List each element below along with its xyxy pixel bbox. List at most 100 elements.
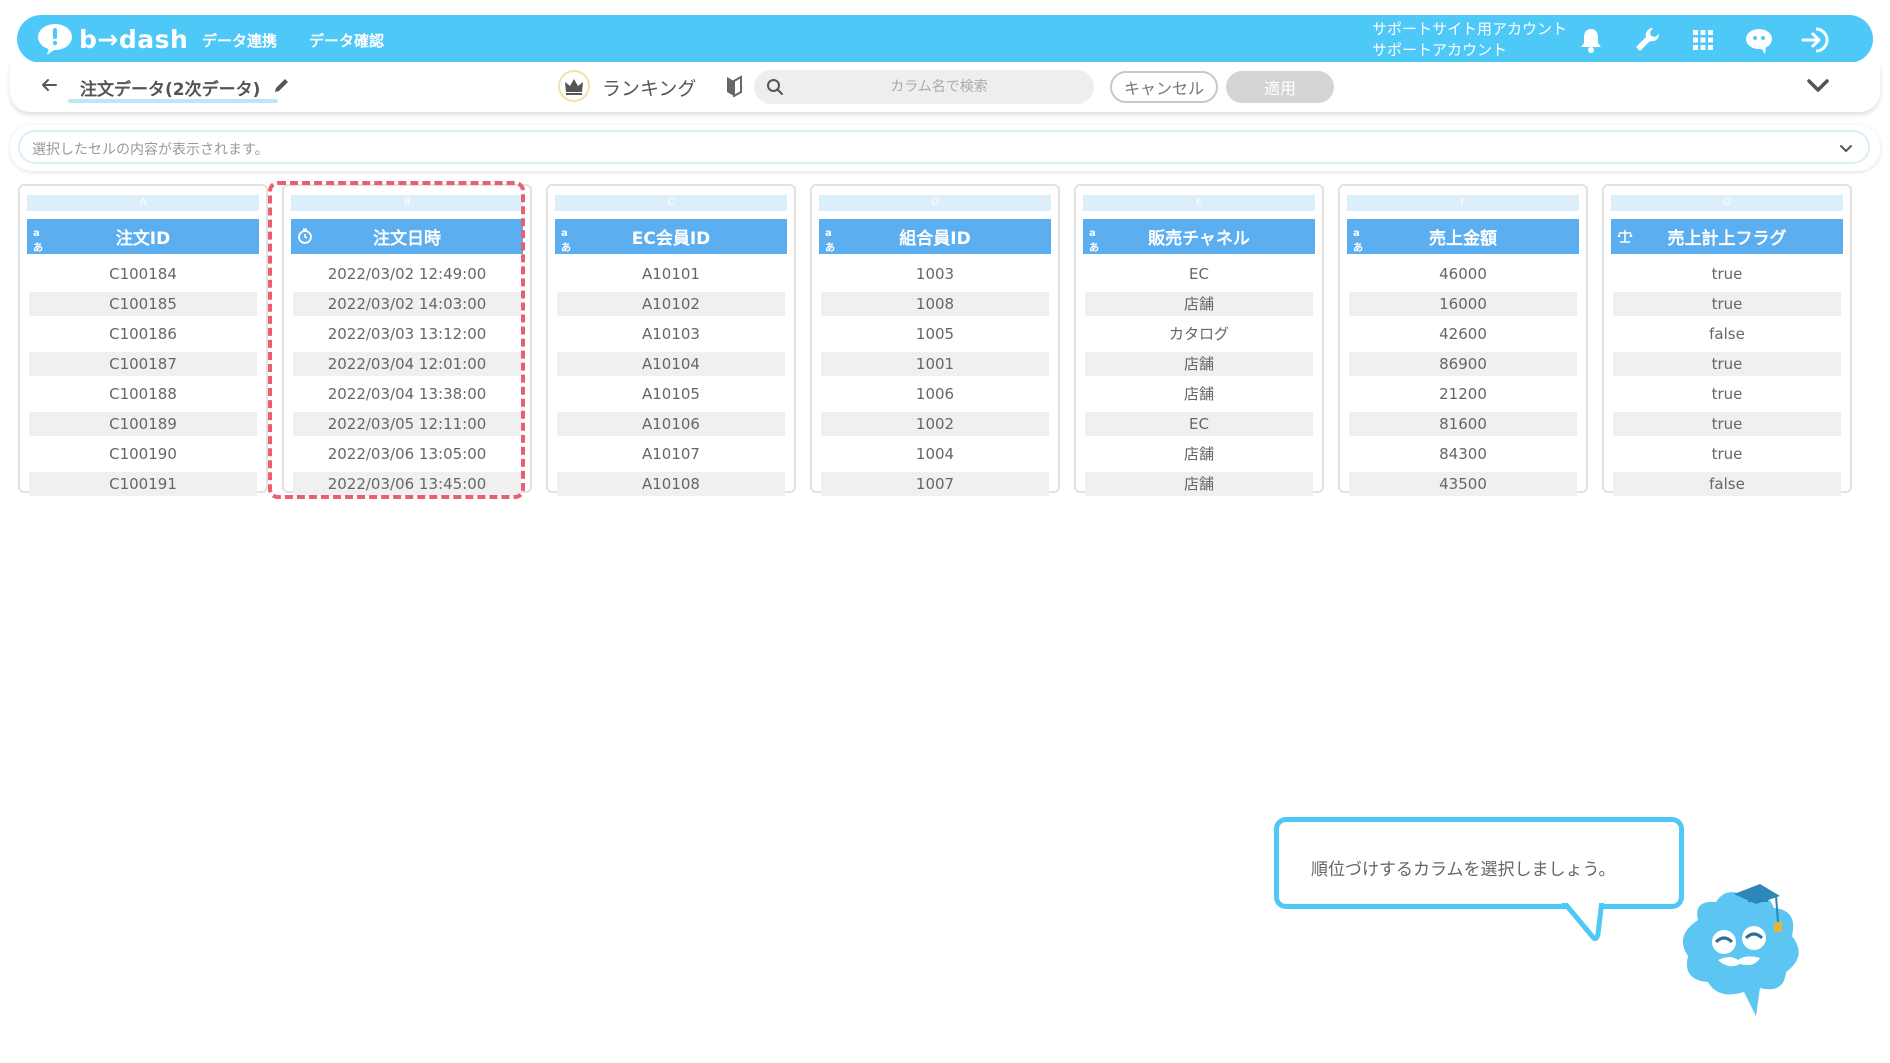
table-cell[interactable]: C100189	[29, 412, 257, 436]
chevron-down-icon[interactable]	[1805, 75, 1831, 97]
table-cell[interactable]: 店舗	[1085, 292, 1313, 316]
table-cell[interactable]: 1004	[821, 442, 1049, 466]
bell-icon[interactable]	[1575, 24, 1607, 56]
cancel-button[interactable]: キャンセル	[1110, 71, 1218, 103]
table-cell[interactable]: 2022/03/04 13:38:00	[293, 382, 521, 406]
table-cell[interactable]: 81600	[1349, 412, 1577, 436]
column-header[interactable]: aあ 注文ID	[27, 219, 259, 254]
table-cell[interactable]: true	[1613, 292, 1841, 316]
column-search-box	[754, 70, 1094, 104]
account-user-name: サポートアカウント	[1372, 41, 1508, 59]
back-arrow-icon[interactable]	[38, 74, 60, 96]
table-cell[interactable]: A10108	[557, 472, 785, 496]
table-cell[interactable]: 2022/03/06 13:05:00	[293, 442, 521, 466]
balance-scale-icon	[1617, 230, 1633, 243]
table-cell[interactable]: C100191	[29, 472, 257, 496]
table-cell[interactable]: 86900	[1349, 352, 1577, 376]
table-cell[interactable]: true	[1613, 412, 1841, 436]
table-cell[interactable]: C100186	[29, 322, 257, 346]
table-cell[interactable]: C100184	[29, 262, 257, 286]
column-letter: F	[1347, 195, 1579, 211]
account-info[interactable]: サポートサイト用アカウント サポートアカウント	[1372, 19, 1567, 61]
table-cell[interactable]: 2022/03/02 12:49:00	[293, 262, 521, 286]
expand-chevron-icon[interactable]	[1838, 140, 1854, 156]
table-cell[interactable]: C100187	[29, 352, 257, 376]
nav-data-check[interactable]: データ確認	[309, 30, 384, 51]
column-header-label: EC会員ID	[631, 229, 711, 249]
column-header[interactable]: aあ 組合員ID	[819, 219, 1051, 254]
table-cell[interactable]: true	[1613, 262, 1841, 286]
guide-speech-bubble: 順位づけするカラムを選択しましょう。	[1274, 817, 1684, 909]
column-b[interactable]: B 注文日時 2022/03/02 12:49:00 2022/03/02 14:03…	[282, 184, 532, 496]
nav-data-integration[interactable]: データ連携	[202, 30, 277, 51]
column-search-input[interactable]	[794, 70, 1084, 104]
table-cell[interactable]: A10106	[557, 412, 785, 436]
bdash-logo[interactable]: b→dash	[35, 21, 188, 57]
column-f[interactable]: Faあ 売上金額 46000 16000 42600 86900 21200 81600 843…	[1338, 184, 1588, 496]
table-cell[interactable]: false	[1613, 472, 1841, 496]
table-cell[interactable]: EC	[1085, 262, 1313, 286]
table-cell[interactable]: true	[1613, 442, 1841, 466]
table-cell[interactable]: 2022/03/06 13:45:00	[293, 472, 521, 496]
table-cell[interactable]: 2022/03/04 12:01:00	[293, 352, 521, 376]
data-title[interactable]: 注文データ(2次データ)	[80, 75, 260, 100]
table-cell[interactable]: A10107	[557, 442, 785, 466]
table-cell[interactable]: A10104	[557, 352, 785, 376]
table-cell[interactable]: 店舗	[1085, 442, 1313, 466]
pencil-icon[interactable]	[272, 75, 292, 95]
wrench-icon[interactable]	[1631, 24, 1663, 56]
column-e[interactable]: Eaあ 販売チャネル EC 店舗 カタログ 店舗 店舗 EC 店舗 店舗	[1074, 184, 1324, 496]
table-cell[interactable]: 84300	[1349, 442, 1577, 466]
table-cell[interactable]: 2022/03/02 14:03:00	[293, 292, 521, 316]
table-cell[interactable]: 1007	[821, 472, 1049, 496]
column-d[interactable]: Daあ 組合員ID 1003 1008 1005 1001 1006 1002 1004 1007	[810, 184, 1060, 496]
table-cell[interactable]: 1003	[821, 262, 1049, 286]
table-cell[interactable]: 43500	[1349, 472, 1577, 496]
table-cell[interactable]: 店舗	[1085, 472, 1313, 496]
app-grid-icon[interactable]	[1687, 24, 1719, 56]
table-cell[interactable]: 1008	[821, 292, 1049, 316]
column-a[interactable]: Aaあ 注文ID C100184 C100185 C100186 C100187 C1001…	[18, 184, 268, 496]
table-cell[interactable]: C100190	[29, 442, 257, 466]
table-cell[interactable]: 店舗	[1085, 382, 1313, 406]
cell-content-bar[interactable]: 選択したセルの内容が表示されます。	[18, 130, 1870, 164]
table-cell[interactable]: 42600	[1349, 322, 1577, 346]
clock-icon	[298, 228, 312, 244]
column-header-label: 注文日時	[373, 229, 441, 249]
table-cell[interactable]: 16000	[1349, 292, 1577, 316]
column-header[interactable]: 注文日時	[291, 219, 523, 254]
column-header-label: 売上計上フラグ	[1667, 229, 1787, 249]
table-cell[interactable]: 21200	[1349, 382, 1577, 406]
table-cell[interactable]: 2022/03/05 12:11:00	[293, 412, 521, 436]
beginner-mark-icon[interactable]	[724, 75, 744, 97]
table-cell[interactable]: EC	[1085, 412, 1313, 436]
column-header[interactable]: aあ EC会員ID	[555, 219, 787, 254]
column-c[interactable]: Caあ EC会員ID A10101 A10102 A10103 A10104 A10105 A…	[546, 184, 796, 496]
table-cell[interactable]: true	[1613, 352, 1841, 376]
table-cell[interactable]: 46000	[1349, 262, 1577, 286]
assistant-chat-icon[interactable]	[1743, 24, 1775, 56]
table-cell[interactable]: 1001	[821, 352, 1049, 376]
table-cell[interactable]: カタログ	[1085, 322, 1313, 346]
table-cell[interactable]: 2022/03/03 13:12:00	[293, 322, 521, 346]
apply-button[interactable]: 適用	[1226, 71, 1334, 103]
mascot-character-icon	[1682, 884, 1799, 1016]
column-header[interactable]: aあ 売上金額	[1347, 219, 1579, 254]
logout-icon[interactable]	[1799, 24, 1831, 56]
table-cell[interactable]: true	[1613, 382, 1841, 406]
table-cell[interactable]: A10102	[557, 292, 785, 316]
table-cell[interactable]: A10103	[557, 322, 785, 346]
table-cell[interactable]: 1005	[821, 322, 1049, 346]
column-header[interactable]: aあ 販売チャネル	[1083, 219, 1315, 254]
column-g[interactable]: G 売上計上フラグ true true false true true true true fal…	[1602, 184, 1852, 496]
table-cell[interactable]: false	[1613, 322, 1841, 346]
table-cell[interactable]: A10105	[557, 382, 785, 406]
table-cell[interactable]: A10101	[557, 262, 785, 286]
column-header[interactable]: 売上計上フラグ	[1611, 219, 1843, 254]
table-cell[interactable]: 店舗	[1085, 352, 1313, 376]
table-cell[interactable]: C100185	[29, 292, 257, 316]
logo-text: b→dash	[79, 24, 189, 54]
table-cell[interactable]: 1002	[821, 412, 1049, 436]
table-cell[interactable]: 1006	[821, 382, 1049, 406]
table-cell[interactable]: C100188	[29, 382, 257, 406]
